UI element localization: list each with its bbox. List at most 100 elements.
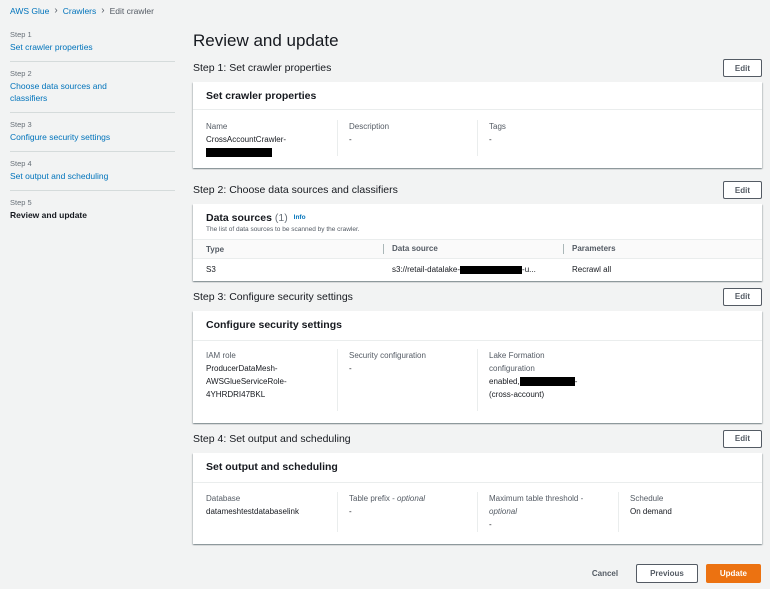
schedule-value: On demand xyxy=(630,506,672,516)
main-content: Review and update Step 1: Set crawler pr… xyxy=(193,30,762,544)
iam-role-column: IAM role ProducerDataMesh- AWSGlueServic… xyxy=(206,348,338,411)
wizard-step-number: Step 3 xyxy=(10,120,32,129)
description-label: Description xyxy=(349,122,390,131)
wizard-step-number: Step 1 xyxy=(10,30,32,39)
step4-heading: Step 4: Set output and scheduling xyxy=(193,432,351,445)
wizard-step-link-configure-security[interactable]: Configure security settings xyxy=(10,131,175,143)
tags-label: Tags xyxy=(489,122,506,131)
step4-card-body: Database datameshtestdatabaselink Table … xyxy=(193,483,762,544)
wizard-step-5: Step 5 Review and update xyxy=(10,198,175,229)
iam-role-label: IAM role xyxy=(206,350,236,360)
data-sources-title-row: Data sources (1) Info xyxy=(206,212,749,224)
step3-heading: Step 3: Configure security settings xyxy=(193,290,353,303)
breadcrumb-crawlers[interactable]: Crawlers xyxy=(63,6,97,16)
wizard-step-link-choose-data-sources[interactable]: Choose data sources and classifiers xyxy=(10,80,125,104)
redacted-block xyxy=(460,266,523,275)
iam-role-value-line2: AWSGlueServiceRole- xyxy=(206,376,287,386)
wizard-step-current-review: Review and update xyxy=(10,210,87,220)
iam-role-value-line1: ProducerDataMesh- xyxy=(206,363,278,373)
schedule-label: Schedule xyxy=(630,493,664,503)
cancel-button[interactable]: Cancel xyxy=(582,569,628,578)
step4-edit-button[interactable]: Edit xyxy=(722,429,762,448)
step2-header: Step 2: Choose data sources and classifi… xyxy=(193,180,762,200)
name-column: Name CrossAccountCrawler- xyxy=(206,120,338,158)
step4-header: Step 4: Set output and scheduling Edit xyxy=(193,429,762,449)
step1-heading: Step 1: Set crawler properties xyxy=(193,62,332,74)
step4-card: Set output and scheduling Database datam… xyxy=(193,452,762,544)
step1-edit-button[interactable]: Edit xyxy=(722,59,762,77)
wizard-step-2: Step 2 Choose data sources and classifie… xyxy=(10,69,175,113)
tags-column: Tags - xyxy=(489,120,506,156)
redacted-block xyxy=(206,148,272,158)
wizard-step-number: Step 5 xyxy=(10,198,32,207)
wizard-step-1: Step 1 Set crawler properties xyxy=(10,30,175,62)
breadcrumb-current: Edit crawler xyxy=(109,6,154,16)
update-button[interactable]: Update xyxy=(705,564,761,583)
lake-formation-label-cont: configuration xyxy=(489,363,535,373)
wizard-navigation: Step 1 Set crawler properties Step 2 Cho… xyxy=(10,30,175,236)
database-column: Database datameshtestdatabaselink xyxy=(206,491,338,532)
wizard-step-3: Step 3 Configure security settings xyxy=(10,120,175,152)
table-prefix-value: - xyxy=(349,506,352,516)
wizard-step-link-output-scheduling[interactable]: Set output and scheduling xyxy=(10,170,175,182)
cell-type: S3 xyxy=(206,265,216,275)
column-header-parameters: Parameters xyxy=(563,239,762,259)
step1-header: Step 1: Set crawler properties Edit xyxy=(193,58,762,78)
description-value: - xyxy=(349,135,352,144)
iam-role-value-line3: 4YHRDRI47BKL xyxy=(206,389,266,399)
description-column: Description - xyxy=(349,120,478,156)
cell-parameters: Recrawl all xyxy=(572,265,612,275)
lake-formation-value-cont: (cross-account) xyxy=(489,389,545,399)
security-configuration-label: Security configuration xyxy=(349,350,426,360)
wizard-step-4: Step 4 Set output and scheduling xyxy=(10,159,175,191)
wizard-footer-actions: Cancel Previous Update xyxy=(582,564,761,583)
lake-formation-column: Lake Formation configuration enabled, - (… xyxy=(489,349,577,411)
database-label: Database xyxy=(206,493,241,503)
tags-value: - xyxy=(489,135,492,144)
data-sources-header: Data sources (1) Info The list of data s… xyxy=(193,204,762,239)
table-prefix-label: Table prefix - optional xyxy=(349,493,426,503)
chevron-right-icon: › xyxy=(54,5,58,16)
previous-button[interactable]: Previous xyxy=(636,564,698,583)
name-label: Name xyxy=(206,122,228,131)
step1-card-body: Name CrossAccountCrawler- Description - … xyxy=(193,110,762,168)
breadcrumb-aws-glue[interactable]: AWS Glue xyxy=(10,6,49,16)
wizard-step-number: Step 4 xyxy=(10,159,32,168)
name-value: CrossAccountCrawler- xyxy=(206,135,287,144)
data-sources-title: Data sources xyxy=(206,212,272,224)
data-sources-description: The list of data sources to be scanned b… xyxy=(206,226,360,233)
database-value: datameshtestdatabaselink xyxy=(206,506,299,516)
step4-card-header: Set output and scheduling xyxy=(193,453,762,483)
breadcrumb: AWS Glue › Crawlers › Edit crawler xyxy=(10,5,154,17)
step3-header: Step 3: Configure security settings Edit xyxy=(193,287,762,307)
step2-edit-button[interactable]: Edit xyxy=(722,181,762,199)
step1-card: Set crawler properties Name CrossAccount… xyxy=(193,82,762,168)
step3-edit-button[interactable]: Edit xyxy=(722,287,762,306)
max-table-threshold-optional: optional xyxy=(489,506,518,516)
step2-card: Data sources (1) Info The list of data s… xyxy=(193,204,762,281)
chevron-right-icon: › xyxy=(101,5,105,16)
page-title: Review and update xyxy=(193,31,339,50)
data-sources-count: (1) xyxy=(274,212,288,224)
step3-card-header: Configure security settings xyxy=(193,311,762,341)
table-prefix-column: Table prefix - optional - xyxy=(349,491,478,532)
cell-data-source: s3://retail-datalake- -u... xyxy=(392,265,536,275)
step3-card-body: IAM role ProducerDataMesh- AWSGlueServic… xyxy=(193,341,762,423)
step1-card-header: Set crawler properties xyxy=(193,82,762,110)
schedule-column: Schedule On demand xyxy=(630,492,672,532)
table-header-row: Type Data source Parameters xyxy=(193,239,762,259)
column-header-data-source: Data source xyxy=(383,239,563,259)
wizard-step-number: Step 2 xyxy=(10,69,32,78)
redacted-block xyxy=(519,376,575,386)
wizard-step-link-set-crawler-properties[interactable]: Set crawler properties xyxy=(10,41,175,53)
max-table-threshold-column: Maximum table threshold - optional - xyxy=(489,491,619,532)
step4-card-title: Set output and scheduling xyxy=(206,461,338,473)
security-configuration-column: Security configuration - xyxy=(349,348,478,411)
lake-formation-label: Lake Formation xyxy=(489,350,545,360)
step1-card-title: Set crawler properties xyxy=(206,89,317,102)
info-link[interactable]: Info xyxy=(294,214,306,221)
lake-formation-value: enabled, - xyxy=(489,376,578,386)
step3-card-title: Configure security settings xyxy=(206,319,342,331)
table-row: S3 s3://retail-datalake- -u... Recrawl al… xyxy=(193,259,762,281)
max-table-threshold-label: Maximum table threshold - xyxy=(489,493,584,503)
